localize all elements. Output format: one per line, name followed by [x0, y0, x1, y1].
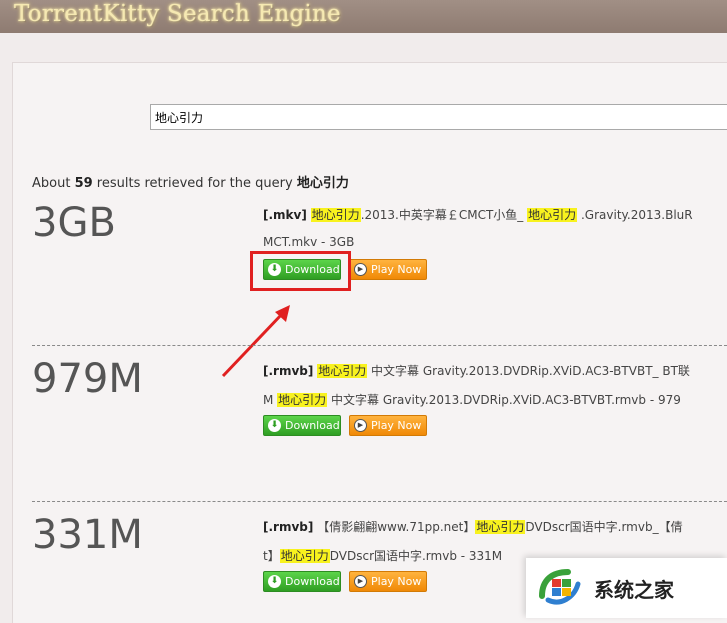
play-icon: ▶	[354, 419, 367, 432]
download-arrow-icon: ⬇	[268, 419, 281, 432]
play-icon: ▶	[354, 575, 367, 588]
title-text: M	[263, 393, 278, 407]
title-text: t】	[263, 549, 280, 563]
query-highlight: 地心引力	[475, 520, 526, 534]
query-highlight: 地心引力	[317, 364, 368, 378]
play-label: Play Now	[371, 575, 422, 588]
result-separator	[32, 345, 727, 346]
result-title-line[interactable]: [.rmvb] 【倩影翩翩www.71pp.net】地心引力DVDscr国语中字…	[263, 518, 683, 535]
watermark-badge: 系统之家	[526, 558, 727, 618]
title-text: 【倩影翩翩www.71pp.net】	[313, 520, 476, 534]
result-title-line-2: M 地心引力 中文字幕 Gravity.2013.DVDRip.XViD.AC3…	[263, 391, 681, 408]
download-label: Download	[285, 575, 340, 588]
result-title-line-2: t】地心引力DVDscr国语中字.rmvb - 331M	[263, 547, 502, 564]
file-ext: [.rmvb]	[263, 520, 314, 534]
query-highlight: 地心引力	[279, 549, 330, 563]
download-button[interactable]: ⬇ Download	[263, 571, 341, 592]
play-now-button[interactable]: ▶ Play Now	[349, 415, 427, 436]
download-button[interactable]: ⬇ Download	[263, 415, 341, 436]
download-arrow-icon: ⬇	[268, 575, 281, 588]
file-ext: [.rmvb]	[263, 364, 314, 378]
play-now-button[interactable]: ▶ Play Now	[349, 571, 427, 592]
title-text: 中文字幕 Gravity.2013.DVDRip.XViD.AC3-BTVBT.…	[327, 393, 681, 407]
title-text: DVDscr国语中字.rmvb - 331M	[329, 549, 503, 563]
download-label: Download	[285, 419, 340, 432]
play-label: Play Now	[371, 419, 422, 432]
result-separator	[32, 501, 727, 502]
title-text: 中文字幕 Gravity.2013.DVDRip.XViD.AC3-BTVBT_…	[367, 364, 690, 378]
title-text: DVDscr国语中字.rmvb_【倩	[525, 520, 683, 534]
result-size: 979M	[32, 356, 143, 402]
watermark-text: 系统之家	[594, 578, 674, 602]
result-title-line[interactable]: [.rmvb] 地心引力 中文字幕 Gravity.2013.DVDRip.XV…	[263, 362, 690, 379]
windows-logo-icon	[539, 569, 581, 605]
result-size: 331M	[32, 512, 143, 558]
query-highlight: 地心引力	[277, 393, 328, 407]
